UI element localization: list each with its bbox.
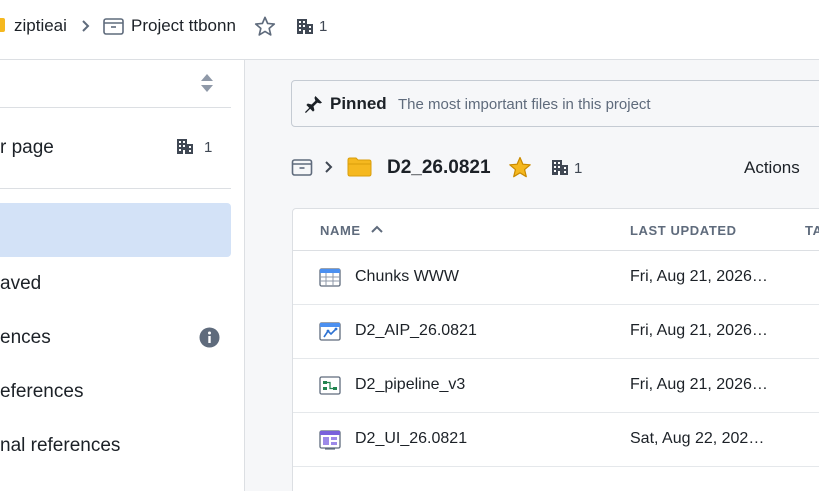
sidebar: r page 1 aved ences eferences nal refere… <box>0 60 245 491</box>
column-header-name[interactable]: NAME <box>320 223 361 238</box>
breadcrumb-org-label: ziptieai <box>14 16 67 35</box>
pinned-description: The most important files in this project <box>398 96 651 113</box>
breadcrumb-project[interactable]: Project ttbonn <box>131 0 236 52</box>
column-header-tags[interactable]: TA <box>805 223 819 238</box>
chevron-right-icon <box>80 0 92 52</box>
actions-button[interactable]: Actions <box>744 158 800 178</box>
table-icon <box>319 268 341 288</box>
breadcrumb-org[interactable]: ziptieai <box>14 0 67 52</box>
file-name[interactable]: D2_AIP_26.0821 <box>355 322 477 340</box>
sidebar-divider <box>0 188 231 189</box>
file-last-updated: Fri, Aug 21, 2026… <box>630 268 768 285</box>
chevron-right-icon <box>323 160 335 174</box>
pinned-banner[interactable]: Pinned The most important files in this … <box>291 80 819 127</box>
top-breadcrumb-bar: ziptieai Project ttbonn 1 <box>0 0 819 60</box>
column-header-last-updated[interactable]: LAST UPDATED <box>630 223 737 238</box>
pin-icon <box>304 95 323 114</box>
aip-icon <box>319 322 341 342</box>
project-members-count: 1 <box>319 17 328 35</box>
sort-ascending-icon[interactable] <box>370 224 384 234</box>
breadcrumb-project-label: Project ttbonn <box>131 16 236 35</box>
sidebar-item-selected[interactable] <box>0 203 231 257</box>
sidebar-item-preferences[interactable]: eferences <box>0 369 231 419</box>
file-name[interactable]: Chunks WWW <box>355 268 459 286</box>
folder-members-count: 1 <box>574 160 583 177</box>
file-name[interactable]: D2_UI_26.0821 <box>355 430 467 448</box>
table-header: NAME LAST UPDATED TA <box>293 209 819 251</box>
sidebar-item-label: r page <box>0 137 54 158</box>
sidebar-item-external-references[interactable]: nal references <box>0 423 231 473</box>
building-icon <box>176 138 194 155</box>
project-box-icon[interactable] <box>291 158 313 177</box>
star-filled-icon[interactable] <box>508 156 532 179</box>
sort-updown-icon[interactable] <box>199 72 215 94</box>
file-last-updated: Fri, Aug 21, 2026… <box>630 322 768 339</box>
sidebar-header <box>0 60 231 108</box>
project-box-icon <box>103 0 124 52</box>
files-table: NAME LAST UPDATED TA Chunks WWW Fri, Aug… <box>292 208 819 491</box>
sidebar-item-label: aved <box>0 273 42 294</box>
table-row[interactable]: D2_AIP_26.0821 Fri, Aug 21, 2026… <box>293 305 819 359</box>
file-last-updated: Sat, Aug 22, 202… <box>630 430 765 447</box>
table-row[interactable]: D2_UI_26.0821 Sat, Aug 22, 202… <box>293 413 819 467</box>
folder-icon <box>347 157 372 177</box>
folder-header: D2_26.0821 1 Actions <box>291 148 819 188</box>
org-folder-icon <box>0 18 5 32</box>
sidebar-item-label: nal references <box>0 435 121 456</box>
sidebar-item-page[interactable]: r page 1 <box>0 122 231 172</box>
info-icon[interactable] <box>199 327 220 348</box>
sidebar-item-references[interactable]: ences <box>0 315 231 365</box>
file-last-updated: Fri, Aug 21, 2026… <box>630 376 768 393</box>
ui-app-icon <box>319 430 341 450</box>
table-row[interactable]: Chunks WWW Fri, Aug 21, 2026… <box>293 251 819 305</box>
building-icon[interactable] <box>296 0 314 52</box>
sidebar-item-saved[interactable]: aved <box>0 261 231 311</box>
pinned-title: Pinned <box>330 94 387 113</box>
sidebar-item-label: ences <box>0 327 51 348</box>
building-icon[interactable] <box>551 159 569 176</box>
main-content: Pinned The most important files in this … <box>245 60 819 491</box>
star-outline-icon[interactable] <box>254 0 276 52</box>
file-name[interactable]: D2_pipeline_v3 <box>355 376 465 394</box>
sidebar-item-count: 1 <box>204 139 213 156</box>
folder-title: D2_26.0821 <box>387 157 491 178</box>
sidebar-item-label: eferences <box>0 381 84 402</box>
pipeline-icon <box>319 376 341 396</box>
table-row[interactable]: D2_pipeline_v3 Fri, Aug 21, 2026… <box>293 359 819 413</box>
